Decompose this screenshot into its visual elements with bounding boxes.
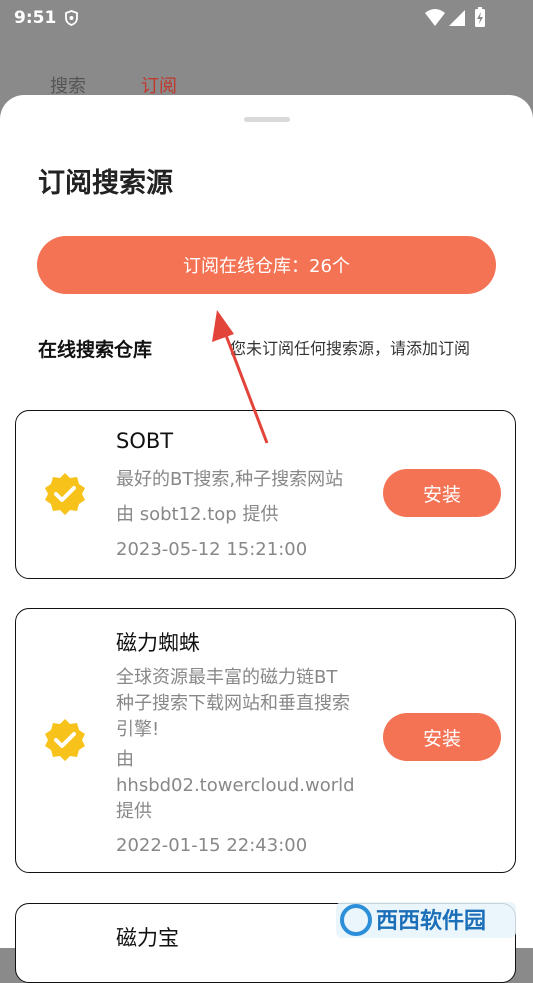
sheet-title: 订阅搜索源 <box>38 168 173 199</box>
source-name: 磁力蜘蛛 <box>116 631 200 655</box>
source-name: SOBT <box>116 429 174 453</box>
source-provider: 由 hhsbd02.towercloud.world 提供 <box>116 747 378 825</box>
bottom-sheet: 订阅搜索源 订阅在线仓库：26个 在线搜索仓库 您未订阅任何搜索源，请添加订阅 … <box>0 95 533 983</box>
cell-signal-icon <box>449 10 465 26</box>
install-button[interactable]: 安装 <box>383 469 501 517</box>
subscribe-online-repo-button[interactable]: 订阅在线仓库：26个 <box>37 236 496 294</box>
section-title: 在线搜索仓库 <box>38 339 153 361</box>
wifi-icon <box>425 9 445 26</box>
source-card: 磁力蜘蛛 全球资源最丰富的磁力链BT 种子搜索下载网站和垂直搜索 引擎! 由 h… <box>15 608 516 873</box>
provider-line: 由 <box>116 749 134 770</box>
drag-handle[interactable] <box>244 117 290 122</box>
install-button[interactable]: 安装 <box>383 713 501 761</box>
description-line: 种子搜索下载网站和垂直搜索 <box>116 693 350 714</box>
svg-text:西西软件园: 西西软件园 <box>376 908 486 934</box>
shield-icon <box>65 10 78 26</box>
status-time: 9:51 <box>14 8 57 28</box>
source-date: 2022-01-15 22:43:00 <box>116 835 308 856</box>
description-line: 引擎! <box>116 719 160 740</box>
site-watermark-logo: 西西软件园 <box>336 902 516 938</box>
source-provider: 由 sobt12.top 提供 <box>116 504 279 525</box>
verified-badge-icon <box>45 719 85 761</box>
verified-badge-icon <box>45 473 85 515</box>
source-description: 最好的BT搜索,种子搜索网站 <box>116 469 344 490</box>
no-subscription-hint: 您未订阅任何搜索源，请添加订阅 <box>230 339 471 358</box>
provider-line: 提供 <box>116 801 152 822</box>
source-card: SOBT 最好的BT搜索,种子搜索网站 由 sobt12.top 提供 2023… <box>15 410 516 579</box>
source-description: 全球资源最丰富的磁力链BT 种子搜索下载网站和垂直搜索 引擎! <box>116 665 378 743</box>
description-line: 全球资源最丰富的磁力链BT <box>116 667 338 688</box>
status-bar: 9:51 <box>0 0 533 36</box>
source-date: 2023-05-12 15:21:00 <box>116 539 308 560</box>
battery-icon <box>475 7 485 27</box>
status-icons <box>423 6 497 34</box>
provider-line: hhsbd02.towercloud.world <box>116 775 355 796</box>
